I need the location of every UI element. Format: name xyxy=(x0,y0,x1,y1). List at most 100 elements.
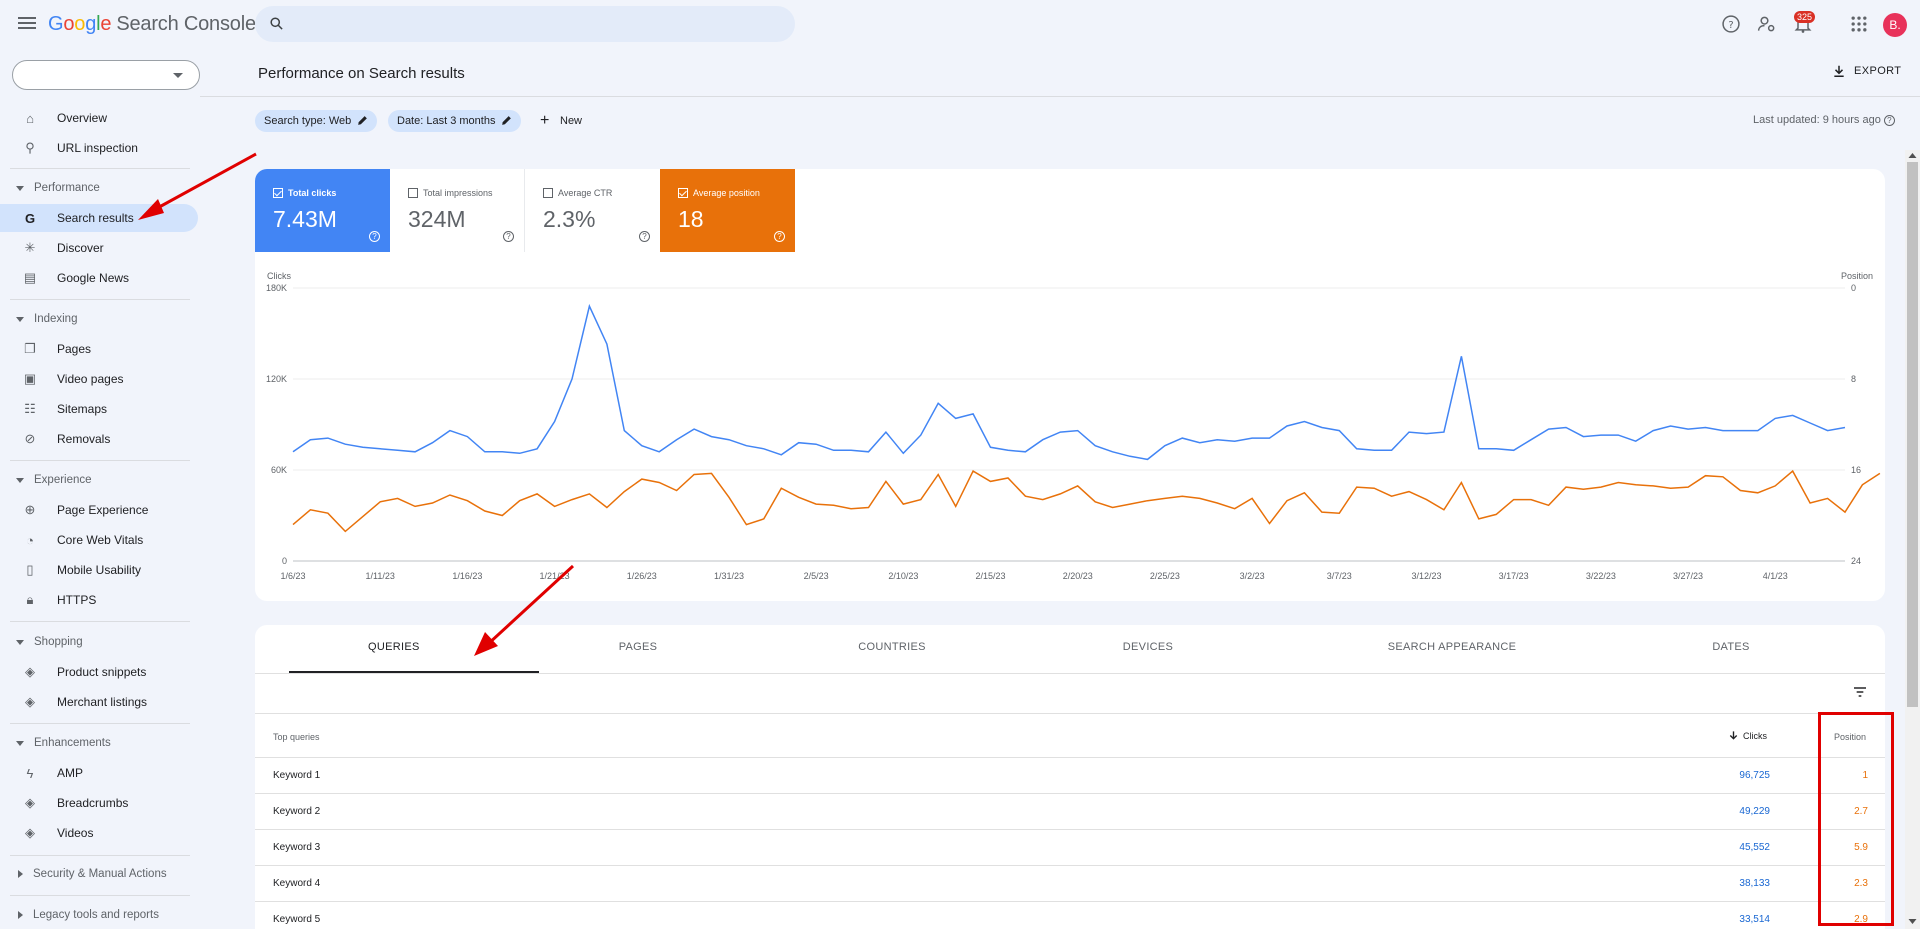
search-input[interactable] xyxy=(255,6,795,42)
video-pages-icon: ▣ xyxy=(23,371,37,386)
sidebar-item-removals[interactable]: ⊘ Removals xyxy=(10,425,198,453)
sidebar-item-label: Product snippets xyxy=(57,665,147,679)
metric-label: Total impressions xyxy=(423,188,493,198)
query-cell: Keyword 1 xyxy=(273,770,321,781)
help-icon[interactable]: ? xyxy=(503,231,514,242)
sidebar-item-product-snippets[interactable]: ◈ Product snippets xyxy=(10,658,198,686)
menu-icon[interactable] xyxy=(18,14,36,32)
metric-total-impressions[interactable]: Total impressions 324M ? xyxy=(390,169,525,252)
section-experience[interactable]: Experience xyxy=(10,470,92,490)
checkbox-icon[interactable] xyxy=(543,188,553,198)
scrollbar-thumb[interactable] xyxy=(1907,162,1918,707)
sidebar-item-search-results[interactable]: G Search results xyxy=(0,204,198,232)
tab-countries[interactable]: COUNTRIES xyxy=(847,641,937,653)
divider xyxy=(10,621,190,622)
sidebar-item-label: Breadcrumbs xyxy=(57,796,129,810)
divider xyxy=(255,673,1885,674)
metric-label: Average CTR xyxy=(558,188,613,198)
metric-total-clicks[interactable]: Total clicks 7.43M ? xyxy=(255,169,390,252)
edit-icon xyxy=(502,116,512,125)
sidebar-item-breadcrumbs[interactable]: ◈ Breadcrumbs xyxy=(10,789,198,817)
new-filter-button[interactable]: + New xyxy=(540,110,582,132)
tab-dates[interactable]: DATES xyxy=(1701,641,1761,653)
sidebar-item-discover[interactable]: ✳ Discover xyxy=(10,234,198,262)
account-settings-icon[interactable] xyxy=(1757,14,1777,34)
column-header-top-queries[interactable]: Top queries xyxy=(273,732,320,742)
sidebar-item-url-inspection[interactable]: ⚲ URL inspection xyxy=(10,134,198,162)
section-legacy-tools[interactable]: Legacy tools and reports xyxy=(10,905,159,925)
sidebar-item-label: Core Web Vitals xyxy=(57,533,144,547)
layers-icon: ◈ xyxy=(25,825,35,840)
sidebar-item-videos[interactable]: ◈ Videos xyxy=(10,819,198,847)
right-tick-label: 0 xyxy=(1851,283,1856,293)
sidebar-item-label: Page Experience xyxy=(57,503,149,517)
help-icon[interactable]: ? xyxy=(639,231,650,242)
filter-chip-search-type[interactable]: Search type: Web xyxy=(255,110,378,132)
section-shopping[interactable]: Shopping xyxy=(10,632,83,652)
avatar[interactable]: B. xyxy=(1883,13,1907,37)
home-icon: ⌂ xyxy=(26,110,34,126)
help-icon[interactable]: ? xyxy=(774,231,785,242)
layers-icon: ◈ xyxy=(25,795,35,810)
search-console-logo[interactable]: Google Search Console xyxy=(48,13,256,36)
chip-label: Date: Last 3 months xyxy=(397,115,496,127)
sidebar-item-pages[interactable]: ❐ Pages xyxy=(10,335,198,363)
sidebar-item-label: Google News xyxy=(57,271,130,285)
metric-value: 18 xyxy=(678,206,704,232)
sidebar-item-label: Removals xyxy=(57,432,111,446)
column-header-clicks[interactable]: Clicks xyxy=(1728,730,1767,741)
tab-search-appearance[interactable]: SEARCH APPEARANCE xyxy=(1372,641,1532,653)
checkbox-checked-icon[interactable] xyxy=(273,188,283,198)
right-axis-label: Position xyxy=(1841,271,1873,281)
tab-pages[interactable]: PAGES xyxy=(608,641,668,653)
sidebar-item-overview[interactable]: ⌂ Overview xyxy=(10,104,198,132)
filter-icon[interactable] xyxy=(1852,684,1868,700)
divider xyxy=(10,723,190,724)
scroll-down-arrow-icon[interactable] xyxy=(1907,918,1918,926)
x-tick-label: 1/6/23 xyxy=(280,571,305,581)
divider xyxy=(10,460,190,461)
section-security-manual-actions[interactable]: Security & Manual Actions xyxy=(10,864,167,884)
sidebar-item-google-news[interactable]: ▤ Google News xyxy=(10,264,198,292)
product-name: Search Console xyxy=(116,13,256,35)
property-selector[interactable] xyxy=(12,60,200,90)
sidebar-item-merchant-listings[interactable]: ◈ Merchant listings xyxy=(10,688,198,716)
section-indexing[interactable]: Indexing xyxy=(10,309,77,329)
sidebar-item-video-pages[interactable]: ▣ Video pages xyxy=(10,365,198,393)
metric-average-ctr[interactable]: Average CTR 2.3% ? xyxy=(525,169,660,252)
x-tick-label: 3/17/23 xyxy=(1499,571,1529,581)
news-icon: ▤ xyxy=(23,270,37,285)
sidebar-item-mobile-usability[interactable]: ▯ Mobile Usability xyxy=(10,556,198,584)
section-title: Indexing xyxy=(34,313,78,325)
sidebar-item-page-experience[interactable]: ⊕ Page Experience xyxy=(10,496,198,524)
export-button[interactable]: EXPORT xyxy=(1832,64,1901,78)
metric-value: 2.3% xyxy=(543,206,596,232)
series-line-position xyxy=(292,469,1881,533)
query-cell: Keyword 4 xyxy=(273,878,321,889)
help-icon[interactable]: ? xyxy=(1883,115,1895,126)
section-performance[interactable]: Performance xyxy=(10,178,100,198)
section-enhancements[interactable]: Enhancements xyxy=(10,733,111,753)
checkbox-checked-icon[interactable] xyxy=(678,188,688,198)
query-cell: Keyword 2 xyxy=(273,806,321,817)
tab-queries[interactable]: QUERIES xyxy=(368,641,419,653)
section-title: Legacy tools and reports xyxy=(33,909,159,921)
sidebar-item-sitemaps[interactable]: ☷ Sitemaps xyxy=(10,395,198,423)
sidebar-item-https[interactable]: 🔒︎ HTTPS xyxy=(10,586,198,614)
last-updated: Last updated: 9 hours ago ? xyxy=(1753,114,1895,126)
sidebar-item-core-web-vitals[interactable]: ◔ Core Web Vitals xyxy=(10,526,198,554)
edit-icon xyxy=(358,116,368,125)
x-tick-label: 2/20/23 xyxy=(1063,571,1093,581)
help-icon[interactable]: ? xyxy=(1721,14,1741,34)
sidebar-item-amp[interactable]: ϟ AMP xyxy=(10,759,198,787)
apps-grid-icon[interactable] xyxy=(1849,14,1869,34)
metric-average-position[interactable]: Average position 18 ? xyxy=(660,169,795,252)
help-icon[interactable]: ? xyxy=(369,231,380,242)
filter-chip-date[interactable]: Date: Last 3 months xyxy=(388,110,522,132)
checkbox-icon[interactable] xyxy=(408,188,418,198)
tab-devices[interactable]: DEVICES xyxy=(1108,641,1188,653)
series-line-clicks xyxy=(292,303,1846,461)
search-icon xyxy=(270,17,283,30)
scroll-up-arrow-icon[interactable] xyxy=(1907,151,1918,159)
section-title: Experience xyxy=(34,474,92,486)
